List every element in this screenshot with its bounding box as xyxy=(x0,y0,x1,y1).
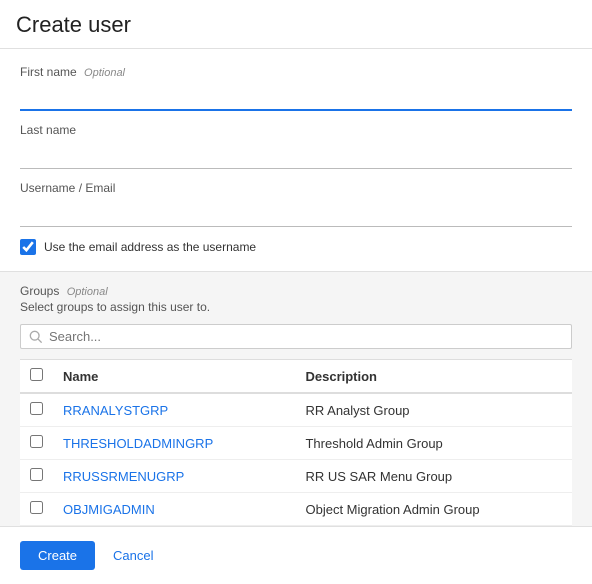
row-name: RRUSSRMENUGRP xyxy=(53,460,295,493)
row-checkbox[interactable] xyxy=(30,468,43,481)
use-email-label: Use the email address as the username xyxy=(44,240,256,254)
last-name-label: Last name xyxy=(20,123,572,137)
table-row: RRANALYSTGRP RR Analyst Group xyxy=(20,393,572,427)
select-all-header xyxy=(20,360,53,393)
group-name-link[interactable]: THRESHOLDADMINGRP xyxy=(63,436,213,451)
search-icon xyxy=(29,330,43,344)
row-description: RR US SAR Menu Group xyxy=(295,460,572,493)
groups-table-wrapper: Name Description RRANALYSTGRP RR Analyst… xyxy=(20,359,572,526)
groups-section: Groups Optional Select groups to assign … xyxy=(0,272,592,526)
row-description: RR Analyst Group xyxy=(295,393,572,427)
first-name-label: First name Optional xyxy=(20,65,572,79)
select-all-checkbox[interactable] xyxy=(30,368,43,381)
username-input[interactable] xyxy=(20,199,572,227)
action-bar: Create Cancel xyxy=(0,526,592,584)
group-name-link[interactable]: OBJMIGADMIN xyxy=(63,502,155,517)
row-name: THRESHOLDADMINGRP xyxy=(53,427,295,460)
row-description: Object Migration Admin Group xyxy=(295,493,572,526)
col-name-header: Name xyxy=(53,360,295,393)
use-email-checkbox-row: Use the email address as the username xyxy=(20,239,572,255)
group-name-link[interactable]: RRUSSRMENUGRP xyxy=(63,469,184,484)
form-section: First name Optional Last name Username /… xyxy=(0,49,592,272)
row-checkbox-cell xyxy=(20,460,53,493)
row-checkbox[interactable] xyxy=(30,435,43,448)
row-checkbox-cell xyxy=(20,493,53,526)
page-title: Create user xyxy=(16,12,576,38)
row-description: Threshold Admin Group xyxy=(295,427,572,460)
row-checkbox[interactable] xyxy=(30,501,43,514)
table-row: OBJMIGADMIN Object Migration Admin Group xyxy=(20,493,572,526)
username-group: Username / Email xyxy=(20,181,572,227)
col-description-header: Description xyxy=(295,360,572,393)
row-checkbox[interactable] xyxy=(30,402,43,415)
group-name-link[interactable]: RRANALYSTGRP xyxy=(63,403,168,418)
groups-description: Select groups to assign this user to. xyxy=(20,300,572,314)
first-name-group: First name Optional xyxy=(20,65,572,111)
table-header-row: Name Description xyxy=(20,360,572,393)
search-box xyxy=(20,324,572,349)
groups-table: Name Description RRANALYSTGRP RR Analyst… xyxy=(20,360,572,526)
create-button[interactable]: Create xyxy=(20,541,95,570)
page-header: Create user xyxy=(0,0,592,49)
cancel-button[interactable]: Cancel xyxy=(109,541,157,570)
last-name-group: Last name xyxy=(20,123,572,169)
first-name-input[interactable] xyxy=(20,83,572,111)
last-name-input[interactable] xyxy=(20,141,572,169)
row-name: OBJMIGADMIN xyxy=(53,493,295,526)
table-row: THRESHOLDADMINGRP Threshold Admin Group xyxy=(20,427,572,460)
row-checkbox-cell xyxy=(20,393,53,427)
groups-label: Groups Optional xyxy=(20,284,572,298)
row-name: RRANALYSTGRP xyxy=(53,393,295,427)
table-row: RRUSSRMENUGRP RR US SAR Menu Group xyxy=(20,460,572,493)
username-label: Username / Email xyxy=(20,181,572,195)
use-email-checkbox[interactable] xyxy=(20,239,36,255)
row-checkbox-cell xyxy=(20,427,53,460)
groups-search-input[interactable] xyxy=(49,329,563,344)
